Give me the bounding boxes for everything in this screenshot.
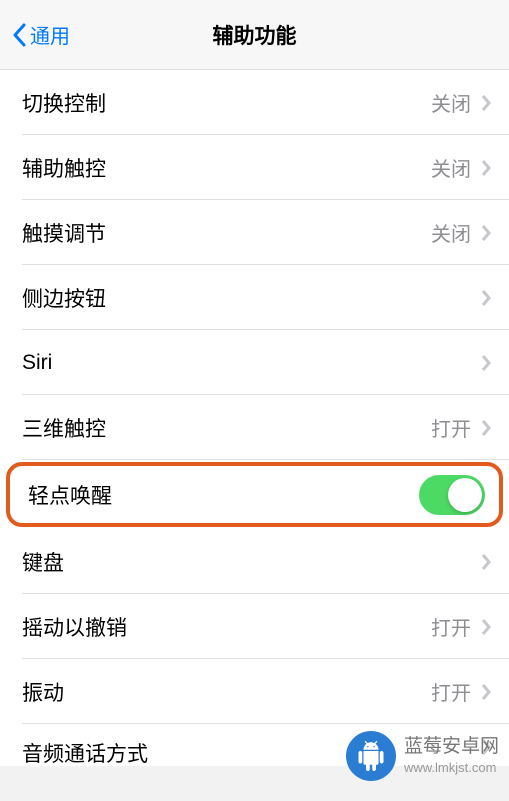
row-value: 打开	[431, 677, 471, 706]
row-label: 触摸调节	[22, 218, 106, 248]
toggle-knob	[448, 478, 482, 512]
header-bar: 通用 辅助功能	[0, 0, 509, 70]
row-right: 打开	[431, 612, 491, 641]
row-right: 关闭	[431, 88, 491, 117]
row-value: 打开	[431, 612, 471, 641]
back-button[interactable]: 通用	[0, 20, 70, 49]
settings-row[interactable]: 侧边按钮	[0, 265, 509, 330]
settings-row[interactable]: 触摸调节 关闭	[0, 200, 509, 265]
row-value: 关闭	[431, 88, 471, 117]
settings-row[interactable]: 键盘	[0, 529, 509, 594]
toggle-switch[interactable]	[419, 475, 485, 515]
chevron-right-icon	[481, 553, 491, 571]
row-right: 打开	[431, 413, 491, 442]
chevron-right-icon	[481, 354, 491, 372]
row-label: 摇动以撤销	[22, 612, 127, 642]
row-label: Siri	[22, 351, 52, 375]
chevron-right-icon	[481, 94, 491, 112]
settings-row[interactable]: 切换控制 关闭	[0, 70, 509, 135]
row-right: 关闭	[431, 218, 491, 247]
chevron-right-icon	[481, 618, 491, 636]
row-value: 关闭	[431, 218, 471, 247]
row-label: 侧边按钮	[22, 283, 106, 313]
row-right	[481, 289, 491, 307]
row-right	[419, 475, 485, 515]
chevron-right-icon	[481, 419, 491, 437]
row-right: 关闭	[431, 153, 491, 182]
settings-row[interactable]: 振动 打开	[0, 659, 509, 724]
row-right	[481, 354, 491, 372]
row-right	[481, 553, 491, 571]
watermark: 蓝莓安卓网 www.lmkjst.com	[346, 731, 499, 781]
row-label: 辅助触控	[22, 153, 106, 183]
chevron-right-icon	[481, 159, 491, 177]
row-label: 音频通话方式	[22, 738, 148, 768]
row-label: 键盘	[22, 547, 64, 577]
settings-row[interactable]: 轻点唤醒	[6, 462, 503, 527]
row-label: 振动	[22, 677, 64, 707]
row-right: 打开	[431, 677, 491, 706]
row-value: 打开	[431, 413, 471, 442]
watermark-main: 蓝莓安卓网	[404, 735, 499, 760]
chevron-right-icon	[481, 289, 491, 307]
back-label: 通用	[30, 20, 70, 49]
watermark-text: 蓝莓安卓网 www.lmkjst.com	[404, 735, 499, 777]
row-label: 切换控制	[22, 88, 106, 118]
chevron-right-icon	[481, 683, 491, 701]
back-chevron-icon	[12, 23, 26, 47]
settings-row[interactable]: 辅助触控 关闭	[0, 135, 509, 200]
settings-row[interactable]: 三维触控 打开	[0, 395, 509, 460]
settings-row[interactable]: Siri	[0, 330, 509, 395]
settings-list: 切换控制关闭辅助触控关闭触摸调节关闭侧边按钮Siri三维触控打开轻点唤醒键盘摇动…	[0, 70, 509, 766]
row-separator	[22, 459, 509, 460]
row-label: 三维触控	[22, 413, 106, 443]
android-icon	[356, 741, 386, 771]
watermark-sub: www.lmkjst.com	[404, 760, 499, 777]
watermark-badge	[346, 731, 396, 781]
page-title: 辅助功能	[213, 20, 297, 50]
settings-row[interactable]: 摇动以撤销 打开	[0, 594, 509, 659]
row-value: 关闭	[431, 153, 471, 182]
row-label: 轻点唤醒	[28, 480, 112, 510]
chevron-right-icon	[481, 224, 491, 242]
